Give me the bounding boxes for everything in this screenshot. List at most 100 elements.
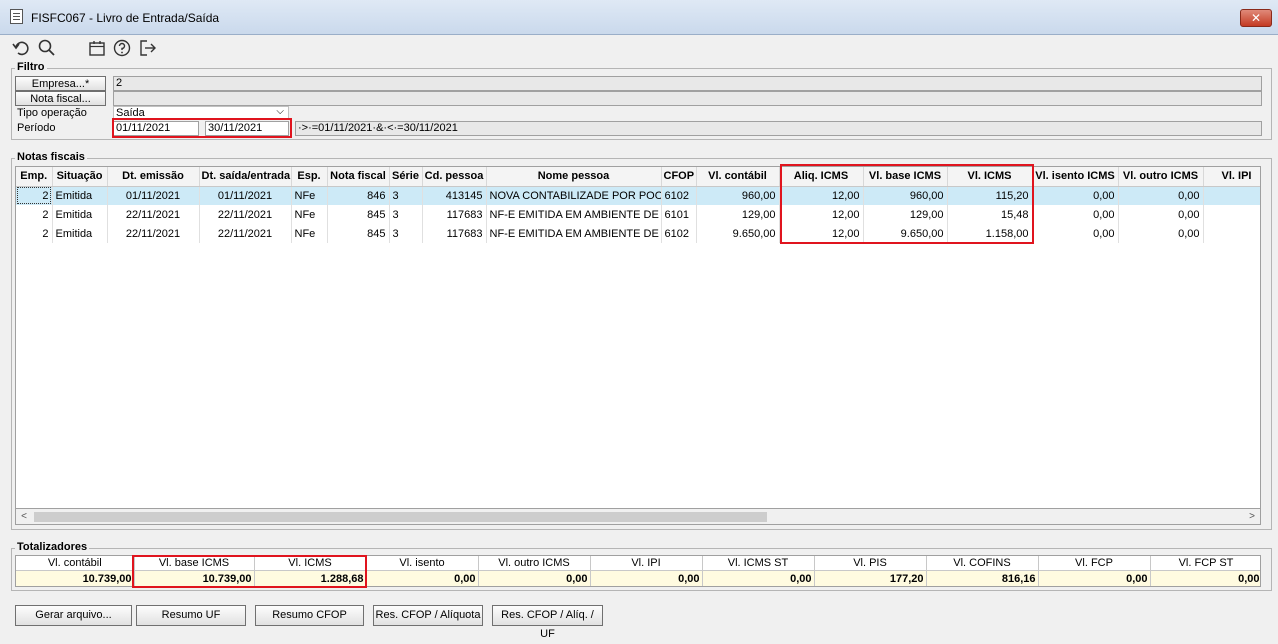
- cell[interactable]: Emitida: [52, 186, 108, 205]
- cell[interactable]: 117683: [422, 205, 487, 224]
- empresa-button[interactable]: Empresa...*: [15, 76, 106, 91]
- cell[interactable]: 2: [16, 186, 53, 205]
- col-header[interactable]: Vl. isento ICMS: [1032, 167, 1119, 187]
- cell[interactable]: 0: [1203, 205, 1260, 224]
- help-icon[interactable]: [112, 38, 132, 58]
- scroll-right-icon[interactable]: >: [1245, 510, 1259, 523]
- col-header[interactable]: Dt. emissão: [107, 167, 200, 187]
- close-button[interactable]: ✕: [1240, 9, 1272, 27]
- search-icon[interactable]: [37, 38, 57, 58]
- cell[interactable]: 01/11/2021: [107, 186, 200, 205]
- cell[interactable]: 846: [327, 186, 390, 205]
- cell[interactable]: 2: [16, 205, 53, 224]
- totals-value-row: 10.739,00 10.739,00 1.288,68 0,00 0,00 0…: [16, 570, 1260, 586]
- cell[interactable]: 1.158,00: [947, 224, 1033, 243]
- cell[interactable]: 3: [389, 224, 423, 243]
- cell[interactable]: 9.650,00: [863, 224, 948, 243]
- cell[interactable]: 6102: [661, 186, 697, 205]
- cell[interactable]: NOVA CONTABILIZADE POR POOL: [486, 186, 662, 205]
- cell[interactable]: 6101: [661, 205, 697, 224]
- total-header: Vl. ICMS ST: [702, 556, 815, 571]
- periodo-start-field[interactable]: 01/11/2021: [113, 121, 199, 136]
- col-header[interactable]: Dt. saída/entrada: [199, 167, 292, 187]
- cell[interactable]: NF-E EMITIDA EM AMBIENTE DE HOM: [486, 205, 662, 224]
- col-header[interactable]: Situação: [52, 167, 108, 187]
- cell[interactable]: 12,00: [779, 186, 864, 205]
- empresa-field[interactable]: 2: [113, 76, 1262, 91]
- col-header[interactable]: Esp.: [291, 167, 328, 187]
- col-header[interactable]: CFOP: [661, 167, 697, 187]
- cell[interactable]: 15,48: [947, 205, 1033, 224]
- nota-fiscal-button[interactable]: Nota fiscal...: [15, 91, 106, 106]
- col-header[interactable]: Cd. pessoa: [422, 167, 487, 187]
- res-cfop-aliquota-button[interactable]: Res. CFOP / Alíquota: [373, 605, 483, 626]
- cell[interactable]: 3: [389, 186, 423, 205]
- col-header[interactable]: Nome pessoa: [486, 167, 662, 187]
- undo-icon[interactable]: [11, 38, 31, 58]
- title-bar: FISFC067 - Livro de Entrada/Saída ✕: [0, 0, 1278, 35]
- cell[interactable]: 3: [389, 205, 423, 224]
- col-header[interactable]: Vl. contábil: [696, 167, 780, 187]
- col-header[interactable]: Emp.: [16, 167, 53, 187]
- col-header[interactable]: Série: [389, 167, 423, 187]
- col-header[interactable]: Vl. outro ICMS: [1118, 167, 1204, 187]
- tipo-operacao-select[interactable]: Saída ⌵: [113, 106, 289, 120]
- total-header: Vl. outro ICMS: [478, 556, 591, 571]
- cell[interactable]: 0: [1203, 224, 1260, 243]
- cell[interactable]: 22/11/2021: [199, 224, 292, 243]
- cell[interactable]: 960,00: [863, 186, 948, 205]
- col-header[interactable]: Vl. base ICMS: [863, 167, 948, 187]
- table-row[interactable]: 2 Emitida 22/11/2021 22/11/2021 NFe 845 …: [16, 205, 1260, 224]
- cell[interactable]: 12,00: [779, 205, 864, 224]
- cell[interactable]: 129,00: [863, 205, 948, 224]
- cell[interactable]: 0,00: [1118, 205, 1204, 224]
- horizontal-scrollbar[interactable]: < >: [15, 508, 1261, 525]
- cell[interactable]: Emitida: [52, 205, 108, 224]
- cell[interactable]: 0,00: [1118, 186, 1204, 205]
- col-header[interactable]: Aliq. ICMS: [779, 167, 864, 187]
- cell[interactable]: 9.650,00: [696, 224, 780, 243]
- cell[interactable]: 12,00: [779, 224, 864, 243]
- nota-fiscal-field[interactable]: [113, 91, 1262, 106]
- cell[interactable]: 0,00: [1032, 224, 1119, 243]
- col-header[interactable]: Vl. IPI: [1203, 167, 1260, 187]
- resumo-uf-button[interactable]: Resumo UF: [136, 605, 246, 626]
- cell[interactable]: 0: [1203, 186, 1260, 205]
- cell[interactable]: 22/11/2021: [107, 205, 200, 224]
- cell[interactable]: 845: [327, 224, 390, 243]
- cell[interactable]: 0,00: [1032, 186, 1119, 205]
- notas-fiscais-grid[interactable]: Emp. Situação Dt. emissão Dt. saída/entr…: [15, 166, 1261, 509]
- cell[interactable]: 22/11/2021: [107, 224, 200, 243]
- gerar-arquivo-button[interactable]: Gerar arquivo...: [15, 605, 132, 626]
- cell[interactable]: 413145: [422, 186, 487, 205]
- periodo-end-field[interactable]: 30/11/2021: [205, 121, 289, 136]
- cell[interactable]: 01/11/2021: [199, 186, 292, 205]
- cell[interactable]: NFe: [291, 186, 328, 205]
- cell[interactable]: 0,00: [1118, 224, 1204, 243]
- cell[interactable]: 6102: [661, 224, 697, 243]
- cell[interactable]: 2: [16, 224, 53, 243]
- total-header: Vl. ICMS: [254, 556, 367, 571]
- cell[interactable]: NFe: [291, 205, 328, 224]
- cell[interactable]: 129,00: [696, 205, 780, 224]
- cell[interactable]: 22/11/2021: [199, 205, 292, 224]
- res-cfop-aliq-uf-button[interactable]: Res. CFOP / Alíq. / UF: [492, 605, 603, 640]
- cell[interactable]: 117683: [422, 224, 487, 243]
- cell[interactable]: 845: [327, 205, 390, 224]
- table-row[interactable]: 2 Emitida 01/11/2021 01/11/2021 NFe 846 …: [16, 186, 1260, 205]
- calendar-icon[interactable]: [87, 38, 107, 58]
- exit-icon[interactable]: [138, 38, 158, 58]
- cell[interactable]: NFe: [291, 224, 328, 243]
- cell[interactable]: 0,00: [1032, 205, 1119, 224]
- scrollbar-thumb[interactable]: [34, 512, 767, 522]
- cell[interactable]: Emitida: [52, 224, 108, 243]
- cell[interactable]: 115,20: [947, 186, 1033, 205]
- cell[interactable]: 960,00: [696, 186, 780, 205]
- col-header[interactable]: Vl. ICMS: [947, 167, 1033, 187]
- cell[interactable]: NF-E EMITIDA EM AMBIENTE DE HOM: [486, 224, 662, 243]
- col-header[interactable]: Nota fiscal: [327, 167, 390, 187]
- table-row[interactable]: 2 Emitida 22/11/2021 22/11/2021 NFe 845 …: [16, 224, 1260, 243]
- resumo-cfop-button[interactable]: Resumo CFOP: [255, 605, 364, 626]
- scroll-left-icon[interactable]: <: [17, 510, 31, 523]
- tipo-operacao-value: Saída: [116, 107, 145, 119]
